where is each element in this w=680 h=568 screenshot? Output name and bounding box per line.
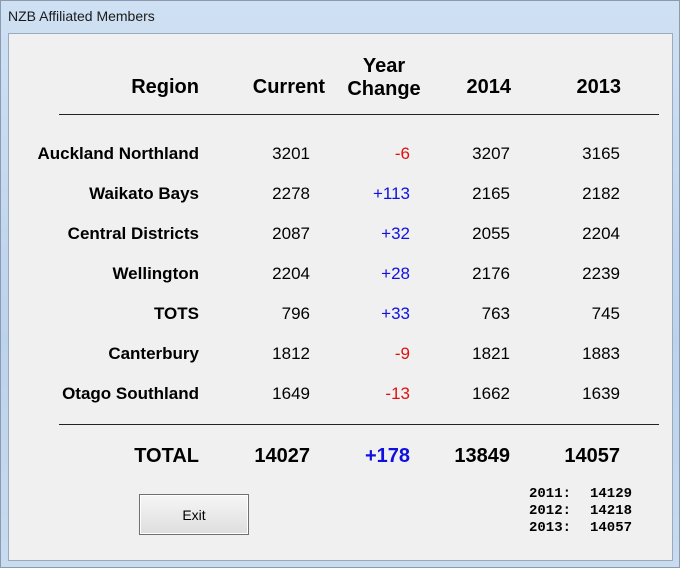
history-year: 2013: (529, 520, 572, 536)
header-2013: 2013 (576, 76, 622, 98)
row-region: Canterbury (108, 344, 199, 363)
row-region: Otago Southland (62, 384, 199, 403)
row-current: 3201 (272, 144, 310, 163)
history-year: 2011: (529, 486, 572, 502)
app-window: NZB Affiliated Members Region Current Ye… (0, 0, 680, 568)
history-value: 14129 (590, 486, 633, 502)
header-year-change: Year Change (343, 55, 425, 101)
header-year-change-line2: Change (347, 78, 421, 100)
row-current: 1649 (272, 384, 310, 403)
row-2014: 763 (481, 304, 510, 323)
row-change: +33 (381, 304, 410, 323)
total-current: 14027 (254, 445, 310, 467)
row-change: +28 (381, 264, 410, 283)
total-divider (59, 424, 659, 425)
row-2014: 2055 (472, 224, 510, 243)
row-change: +113 (372, 184, 410, 203)
total-change: +178 (364, 445, 410, 467)
row-2013: 2239 (582, 264, 620, 283)
row-change: -6 (394, 144, 410, 163)
row-2014: 1662 (472, 384, 510, 403)
header-divider (59, 114, 659, 115)
history-value: 14057 (590, 520, 633, 536)
row-region: Central Districts (67, 224, 199, 243)
header-region: Region (131, 76, 199, 98)
title-bar[interactable]: NZB Affiliated Members (1, 1, 679, 33)
row-2013: 1639 (582, 384, 620, 403)
row-region: TOTS (153, 304, 199, 323)
row-change: -13 (385, 384, 410, 403)
window-title: NZB Affiliated Members (8, 8, 155, 24)
header-year-change-line1: Year (362, 55, 406, 77)
row-2013: 745 (591, 304, 620, 323)
row-region: Waikato Bays (89, 184, 199, 203)
row-change: -9 (394, 344, 410, 363)
members-panel: Region Current Year Change 2014 2013 Auc… (8, 33, 673, 561)
row-current: 1812 (272, 344, 310, 363)
row-2014: 1821 (472, 344, 510, 363)
row-region: Auckland Northland (37, 144, 199, 163)
history-year: 2012: (529, 503, 572, 519)
total-2014: 13849 (454, 445, 510, 467)
row-2013: 1883 (582, 344, 620, 363)
row-region: Wellington (112, 264, 199, 283)
row-current: 2204 (272, 264, 310, 283)
row-current: 796 (281, 304, 310, 323)
row-2013: 2204 (582, 224, 620, 243)
row-current: 2278 (272, 184, 310, 203)
exit-button[interactable]: Exit (139, 494, 249, 535)
row-2014: 2176 (472, 264, 510, 283)
row-2014: 3207 (472, 144, 510, 163)
header-2014: 2014 (466, 76, 512, 98)
history-value: 14218 (590, 503, 633, 519)
row-2013: 3165 (582, 144, 620, 163)
row-2014: 2165 (472, 184, 510, 203)
header-current: Current (252, 76, 325, 98)
row-change: +32 (381, 224, 410, 243)
total-2013: 14057 (564, 445, 620, 467)
total-label: TOTAL (134, 445, 199, 467)
row-current: 2087 (272, 224, 310, 243)
row-2013: 2182 (582, 184, 620, 203)
